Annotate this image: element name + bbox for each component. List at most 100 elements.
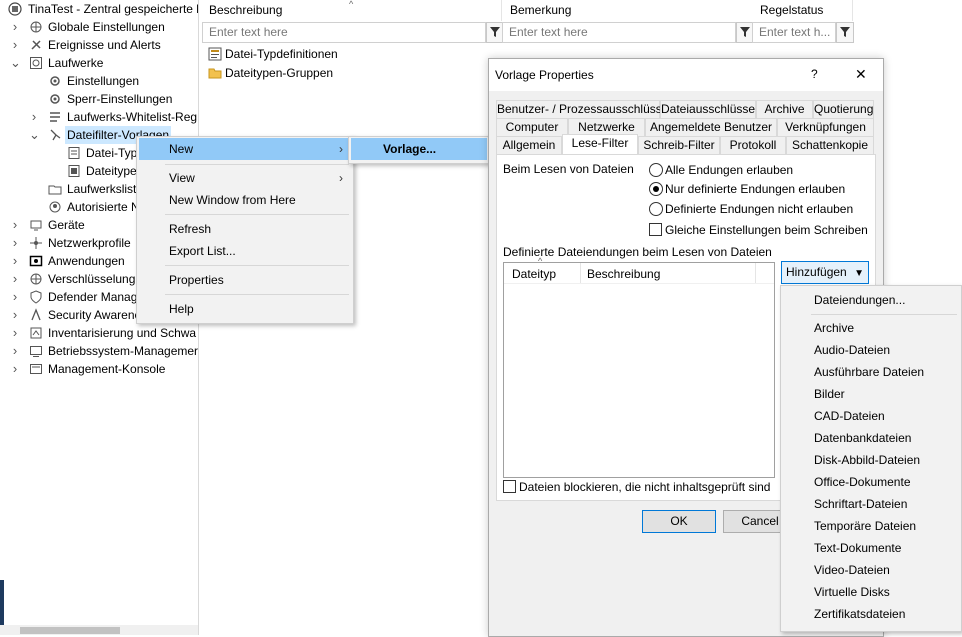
tab-lese-filter[interactable]: Lese-Filter — [562, 134, 638, 155]
column-header-bemerkung[interactable]: Bemerkung — [502, 0, 759, 21]
menu-item-file-category[interactable]: Archive — [814, 317, 854, 339]
chevron-right-icon[interactable]: › — [10, 234, 20, 252]
menu-item-label: New — [169, 142, 194, 156]
radio-nicht-erlauben[interactable] — [649, 202, 663, 216]
chevron-right-icon[interactable]: › — [10, 324, 20, 342]
chevron-right-icon[interactable]: › — [29, 108, 39, 126]
extensions-grid[interactable]: Dateityp Beschreibung ^ — [503, 256, 775, 478]
menu-item-view[interactable]: View › — [139, 167, 351, 189]
close-button[interactable]: ✕ — [855, 66, 867, 83]
tree-item[interactable]: › Ereignisse und Alerts — [0, 36, 198, 54]
hinzufuegen-button[interactable]: Hinzufügen ▼ — [781, 261, 869, 284]
tree-item[interactable]: › Inventarisierung und Schwa — [0, 324, 198, 342]
radio-alle-endungen[interactable] — [649, 163, 663, 177]
filter-field-bemerkung[interactable] — [502, 22, 736, 43]
filter-input[interactable] — [753, 23, 835, 40]
radio-nur-definierte[interactable] — [649, 182, 663, 196]
list-item-label: Dateitypen-Gruppen — [225, 66, 334, 80]
tab-angemeldete-benutzer[interactable]: Angemeldete Benutzer — [645, 118, 777, 137]
grid-column-dateityp[interactable]: Dateityp — [512, 267, 556, 281]
menu-item-properties[interactable]: Properties — [139, 269, 351, 291]
checkbox-gleiche-einstellungen[interactable] — [649, 223, 662, 236]
tree-scroll-thumb[interactable] — [20, 627, 120, 634]
menu-item-file-category[interactable]: Office-Dokumente — [814, 471, 911, 493]
menu-item-file-category[interactable]: Disk-Abbild-Dateien — [814, 449, 920, 471]
tree-item[interactable]: › Betriebssystem-Managemer — [0, 342, 198, 360]
tab-computer[interactable]: Computer — [496, 118, 568, 137]
menu-item-file-category[interactable]: Audio-Dateien — [814, 339, 890, 361]
globe-gear-icon — [29, 20, 43, 34]
column-divider — [580, 263, 581, 283]
chevron-right-icon[interactable]: › — [10, 270, 20, 288]
menu-item-label: Virtuelle Disks — [814, 585, 890, 599]
menu-item-file-category[interactable]: CAD-Dateien — [814, 405, 885, 427]
tree-item[interactable]: › Management-Konsole — [0, 360, 198, 378]
chevron-right-icon[interactable]: › — [10, 288, 20, 306]
menu-item-help[interactable]: Help — [139, 298, 351, 320]
menu-item-label: Schriftart-Dateien — [814, 497, 908, 511]
menu-item-file-category[interactable]: Text-Dokumente — [814, 537, 901, 559]
menu-item-vorlage[interactable]: Vorlage... — [351, 138, 487, 160]
menu-item-file-category[interactable]: Ausführbare Dateien — [814, 361, 924, 383]
checkbox-label: Gleiche Einstellungen beim Schreiben — [665, 223, 868, 237]
tab-quotierung[interactable]: Quotierung — [813, 100, 874, 119]
menu-item-file-category[interactable]: Temporäre Dateien — [814, 515, 916, 537]
tree-item[interactable]: ⌄ Laufwerke — [0, 54, 198, 72]
menu-item-dateiendungen[interactable]: Dateiendungen... — [814, 289, 905, 311]
tab-allgemein[interactable]: Allgemein — [496, 136, 562, 155]
chevron-down-icon[interactable]: ⌄ — [10, 54, 21, 72]
tab-archive[interactable]: Archive — [756, 100, 813, 119]
menu-item-new[interactable]: New › — [139, 138, 351, 160]
tab-schattenkopie[interactable]: Schattenkopie — [786, 136, 874, 155]
menu-item-file-category[interactable]: Bilder — [814, 383, 845, 405]
tab-benutzer-prozessausschluesse[interactable]: Benutzer- / Prozessausschlüsse — [496, 100, 668, 119]
chevron-right-icon[interactable]: › — [10, 360, 20, 378]
menu-item-refresh[interactable]: Refresh — [139, 218, 351, 240]
tree-root[interactable]: TinaTest - Zentral gespeicherte l — [0, 0, 198, 18]
apps-icon — [29, 254, 43, 268]
filter-icon[interactable] — [836, 22, 854, 43]
tree-item-label: Verschlüsselung — [48, 272, 136, 286]
filter-input[interactable] — [203, 23, 485, 40]
chevron-right-icon[interactable]: › — [10, 216, 20, 234]
tab-label: Quotierung — [814, 102, 874, 116]
checkbox-block-unchecked[interactable] — [503, 480, 516, 493]
menu-item-file-category[interactable]: Zertifikatsdateien — [814, 603, 905, 625]
filter-input[interactable] — [503, 23, 735, 40]
menu-item-file-category[interactable]: Datenbankdateien — [814, 427, 911, 449]
chevron-right-icon[interactable]: › — [10, 306, 20, 324]
menu-item-file-category[interactable]: Schriftart-Dateien — [814, 493, 907, 515]
column-header-regelstatus[interactable]: Regelstatus — [752, 0, 853, 21]
menu-item-label: View — [169, 171, 195, 185]
radio-label: Nur definierte Endungen erlauben — [665, 182, 846, 196]
tab-verknuepfungen[interactable]: Verknüpfungen — [777, 118, 874, 137]
tab-dateiausschluesse[interactable]: Dateiausschlüsse — [660, 100, 756, 119]
tree-item[interactable]: Sperr-Einstellungen — [0, 90, 198, 108]
menu-item-file-category[interactable]: Video-Dateien — [814, 559, 890, 581]
tree-item[interactable]: › Laufwerks-Whitelist-Reg — [0, 108, 198, 126]
menu-item-label: Temporäre Dateien — [814, 519, 917, 533]
chevron-right-icon[interactable]: › — [10, 342, 20, 360]
help-button[interactable]: ? — [811, 67, 818, 81]
menu-item-label: Vorlage... — [383, 142, 437, 156]
console-icon — [29, 362, 43, 376]
tab-label: Benutzer- / Prozessausschlüsse — [497, 102, 669, 116]
tree-item[interactable]: Einstellungen — [0, 72, 198, 90]
gear-icon — [48, 92, 62, 106]
grid-column-beschreibung[interactable]: Beschreibung — [587, 267, 660, 281]
filter-field-regelstatus[interactable] — [752, 22, 836, 43]
chevron-right-icon[interactable]: › — [10, 36, 20, 54]
menu-item-new-window[interactable]: New Window from Here — [139, 189, 351, 211]
menu-item-file-category[interactable]: Virtuelle Disks — [814, 581, 890, 603]
chevron-right-icon[interactable]: › — [10, 18, 20, 36]
chevron-right-icon: › — [339, 142, 343, 156]
filter-field-beschreibung[interactable] — [202, 22, 486, 43]
ok-button[interactable]: OK — [642, 510, 716, 533]
column-header-beschreibung[interactable]: Beschreibung ^ — [201, 0, 502, 21]
chevron-down-icon[interactable]: ⌄ — [29, 126, 40, 144]
menu-item-export-list[interactable]: Export List... — [139, 240, 351, 262]
tab-protokoll[interactable]: Protokoll — [720, 136, 786, 155]
chevron-right-icon[interactable]: › — [10, 252, 20, 270]
tree-item[interactable]: › Globale Einstellungen — [0, 18, 198, 36]
tab-schreib-filter[interactable]: Schreib-Filter — [638, 136, 720, 155]
